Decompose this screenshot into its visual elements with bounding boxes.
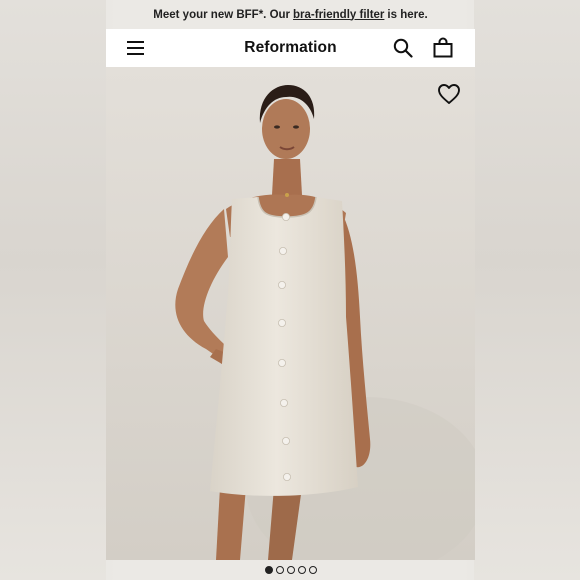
- background-left: [0, 0, 106, 580]
- site-header: Reformation: [106, 29, 475, 67]
- menu-icon[interactable]: [127, 41, 144, 55]
- search-icon[interactable]: [393, 38, 413, 58]
- carousel-dot[interactable]: [286, 566, 295, 574]
- carousel-dot[interactable]: [308, 566, 317, 574]
- heart-icon[interactable]: [437, 83, 461, 105]
- shopping-bag-icon[interactable]: [433, 37, 453, 58]
- announcement-suffix: is here.: [387, 8, 428, 21]
- announcement-prefix: Meet your new BFF*. Our: [153, 8, 291, 21]
- product-image[interactable]: [106, 67, 475, 560]
- bra-friendly-filter-link[interactable]: bra-friendly filter: [293, 9, 384, 21]
- carousel-dot[interactable]: [297, 566, 306, 574]
- carousel-dots: [106, 563, 475, 577]
- announcement-bar: Meet your new BFF*. Our bra-friendly fil…: [106, 0, 475, 29]
- carousel-dot[interactable]: [275, 566, 284, 574]
- product-photo: [106, 67, 475, 560]
- brand-logo[interactable]: Reformation: [106, 29, 475, 67]
- carousel-dot[interactable]: [264, 566, 273, 574]
- background-right: [474, 0, 580, 580]
